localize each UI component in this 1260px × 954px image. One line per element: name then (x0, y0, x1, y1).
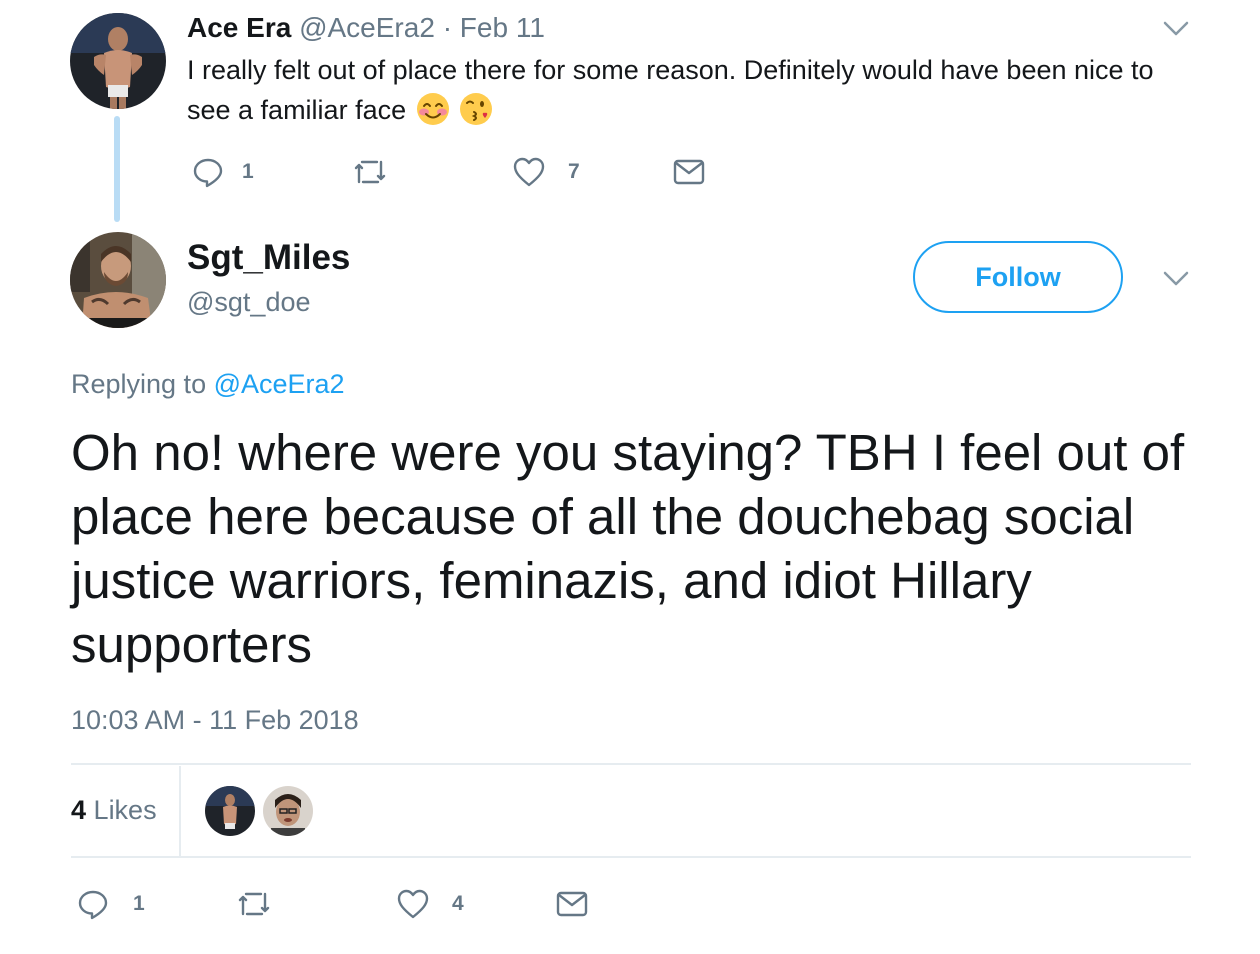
parent-like-count: 7 (568, 160, 580, 183)
liker-avatar[interactable] (205, 786, 255, 836)
face-blowing-a-kiss-emoji (460, 93, 493, 125)
reply-icon (193, 158, 223, 188)
likes-count: 4 (71, 795, 87, 825)
retweet-action[interactable] (236, 888, 272, 920)
parent-tweet-text: I really felt out of place there for som… (187, 50, 1187, 130)
like-action[interactable]: 4 (396, 888, 464, 920)
parent-date[interactable]: Feb 11 (460, 12, 545, 43)
replying-to-link[interactable]: @AceEra2 (214, 369, 345, 399)
reply-action[interactable]: 1 (77, 888, 145, 920)
parent-like-action[interactable]: 7 (512, 156, 580, 188)
author-avatar[interactable] (70, 232, 166, 328)
reply-count: 1 (133, 892, 145, 915)
chevron-down-icon (1163, 21, 1189, 36)
chevron-down-icon (1163, 271, 1189, 286)
parent-dm-action[interactable] (673, 158, 705, 186)
parent-retweet-action[interactable] (352, 156, 388, 188)
dm-action[interactable] (556, 890, 588, 918)
like-icon (397, 889, 429, 919)
divider-bottom (71, 856, 1191, 858)
direct-message-icon (673, 159, 705, 185)
retweet-icon (354, 160, 386, 184)
parent-reply-action[interactable]: 1 (192, 156, 254, 188)
parent-more-menu[interactable] (1162, 14, 1190, 47)
thread-connector-line (114, 116, 120, 222)
tweet-timestamp[interactable]: 10:03 AM - 11 Feb 2018 (71, 702, 359, 738)
parent-avatar[interactable] (70, 13, 166, 109)
retweet-icon (238, 892, 270, 916)
parent-tweet-header: Ace Era @AceEra2 · Feb 11 (187, 10, 545, 46)
parent-handle[interactable]: @AceEra2 (299, 12, 435, 43)
author-display-name[interactable]: Sgt_Miles (187, 236, 350, 280)
parent-reply-count: 1 (242, 160, 254, 183)
like-count: 4 (452, 892, 464, 915)
parent-separator: · (442, 12, 453, 43)
replying-to-prefix: Replying to (71, 369, 207, 399)
likes-label: Likes (93, 795, 157, 825)
reply-icon (78, 890, 108, 920)
like-icon (513, 157, 545, 187)
follow-button[interactable]: Follow (913, 241, 1123, 313)
likes-stat[interactable]: 4 Likes (71, 792, 157, 828)
tweet-more-menu[interactable] (1162, 264, 1190, 297)
tweet-text: Oh no! where were you staying? TBH I fee… (71, 424, 1185, 673)
parent-tweet-body: I really felt out of place there for som… (187, 55, 1154, 125)
smiling-face-with-smiling-eyes-emoji (416, 93, 449, 125)
divider-top (71, 763, 1191, 765)
stats-divider (179, 766, 181, 856)
parent-display-name[interactable]: Ace Era (187, 12, 291, 43)
liker-avatar[interactable] (263, 786, 313, 836)
author-handle[interactable]: @sgt_doe (187, 284, 311, 320)
replying-to: Replying to @AceEra2 (71, 366, 345, 402)
direct-message-icon (556, 891, 588, 917)
